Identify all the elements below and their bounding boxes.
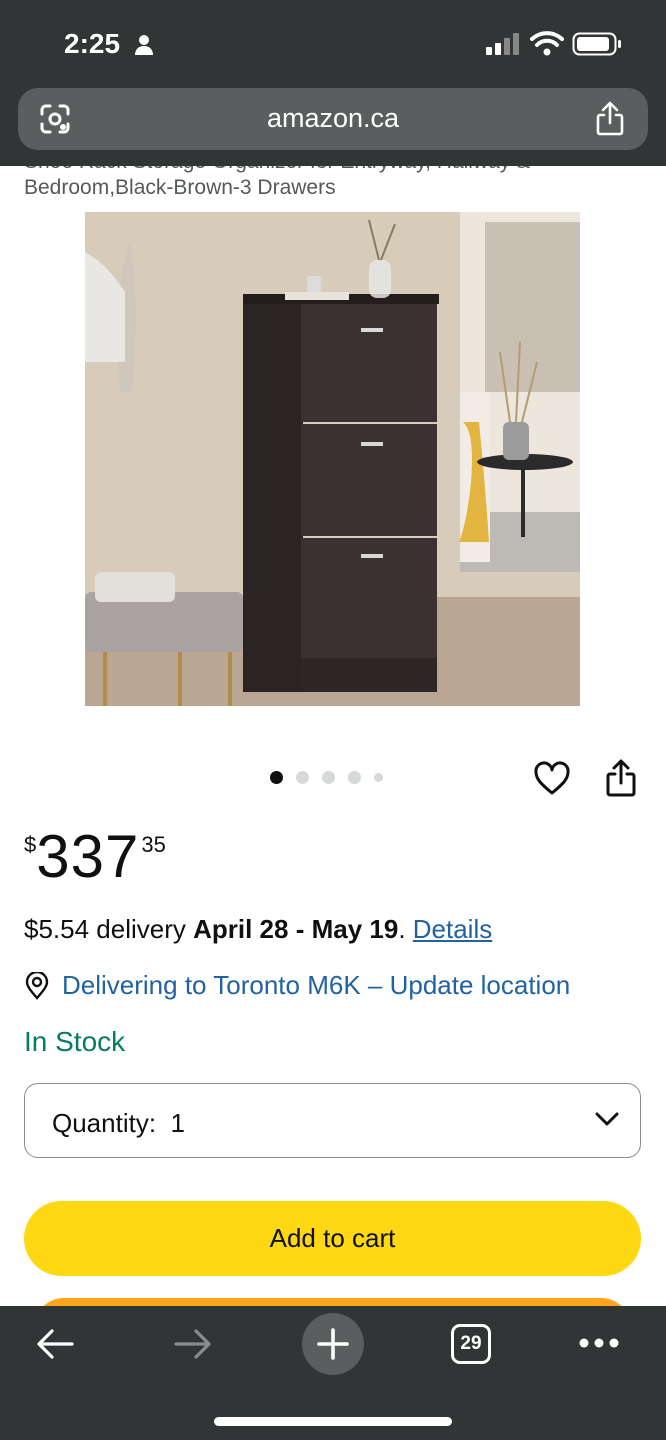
status-time: 2:25 (64, 28, 121, 59)
chevron-down-icon (595, 1112, 619, 1126)
share-icon[interactable] (594, 100, 626, 136)
price-whole: 337 (36, 823, 140, 890)
delivery-location-text[interactable]: Delivering to Toronto M6K – Update locat… (62, 970, 570, 1001)
back-arrow-icon[interactable] (34, 1326, 76, 1362)
stock-status: In Stock (24, 1026, 126, 1057)
browser-top-bar: 2:25 amazon.ca (0, 0, 666, 166)
heart-icon[interactable] (533, 760, 571, 798)
forward-arrow-icon[interactable] (172, 1326, 214, 1362)
share-icon[interactable] (604, 758, 638, 798)
product-image[interactable] (85, 212, 580, 706)
price-fraction: 35 (141, 832, 166, 857)
more-options-icon[interactable] (578, 1336, 620, 1350)
tab-switcher-button[interactable]: 29 (451, 1324, 491, 1364)
carousel-dot[interactable] (348, 770, 361, 784)
home-indicator[interactable] (214, 1417, 452, 1426)
shoe-cabinet-illustration (85, 212, 580, 706)
add-to-cart-button[interactable]: Add to cart (24, 1201, 641, 1276)
delivery-details-link[interactable]: Details (413, 914, 492, 944)
carousel-dot[interactable] (374, 772, 383, 782)
quantity-label: Quantity: 1 (52, 1108, 185, 1138)
product-price: $ 337 35 (24, 822, 166, 892)
delivery-dates: April 28 - May 19 (193, 914, 399, 944)
delivery-period: . (398, 914, 413, 944)
url-text[interactable]: amazon.ca (18, 103, 648, 134)
battery-icon (572, 32, 621, 56)
delivery-location-link[interactable]: Delivering to Toronto M6K – Update locat… (24, 970, 570, 1001)
plus-icon (317, 1328, 349, 1360)
address-bar[interactable]: amazon.ca (18, 88, 648, 150)
person-icon (135, 35, 153, 55)
cellular-signal-icon (486, 33, 519, 55)
product-title: Bedroom,Black-Brown-3 Drawers (24, 176, 336, 199)
carousel-dot[interactable] (322, 770, 335, 784)
delivery-cost: $5.54 delivery (24, 914, 194, 944)
carousel-dot[interactable] (270, 770, 283, 784)
image-carousel-dots[interactable] (270, 769, 383, 785)
wifi-icon (530, 31, 564, 56)
status-bar: 2:25 (0, 0, 666, 88)
location-pin-icon (25, 971, 49, 1000)
delivery-info: $5.54 delivery April 28 - May 19. Detail… (24, 914, 492, 945)
carousel-dot[interactable] (296, 770, 309, 784)
new-tab-button[interactable] (302, 1313, 364, 1375)
quantity-select[interactable]: Quantity: 1 (24, 1083, 641, 1158)
price-currency-symbol: $ (24, 832, 37, 857)
